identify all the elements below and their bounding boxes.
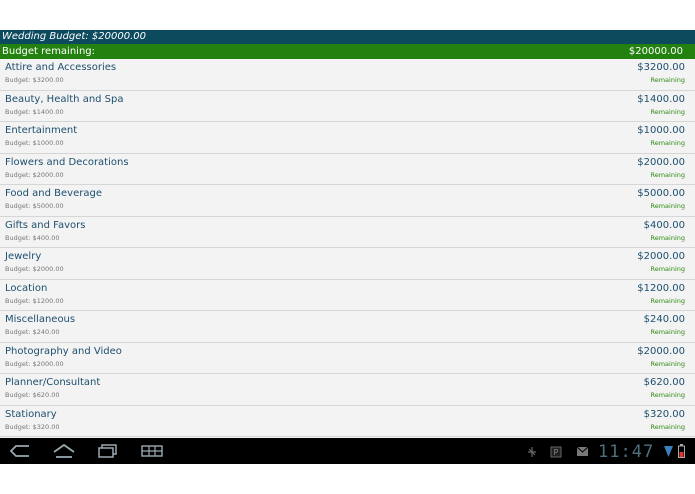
category-remaining-label: Remaining bbox=[650, 202, 685, 210]
category-name: Attire and Accessories bbox=[5, 62, 117, 73]
category-remaining-amount: $1200.00 bbox=[637, 282, 685, 294]
recent-apps-icon[interactable] bbox=[96, 442, 120, 460]
clock: 11:47 bbox=[598, 442, 655, 462]
category-remaining-amount: $2000.00 bbox=[637, 345, 685, 357]
budget-remaining-label: Budget remaining: bbox=[2, 46, 96, 57]
category-remaining-amount: $1400.00 bbox=[637, 93, 685, 105]
category-budget: Budget: $2000.00 bbox=[5, 359, 64, 368]
category-row-location[interactable]: Location Budget: $1200.00 $1200.00 Remai… bbox=[0, 279, 695, 311]
category-row-entertainment[interactable]: Entertainment Budget: $1000.00 $1000.00 … bbox=[0, 122, 695, 154]
category-remaining-amount: $400.00 bbox=[643, 219, 685, 231]
category-budget: Budget: $1400.00 bbox=[5, 107, 64, 116]
category-name: Beauty, Health and Spa bbox=[5, 93, 124, 105]
category-name: Photography and Video bbox=[5, 345, 122, 357]
usb-debug-icon bbox=[528, 447, 536, 457]
category-remaining-amount: $3200.00 bbox=[637, 62, 685, 73]
category-remaining-amount: $2000.00 bbox=[637, 156, 685, 168]
category-budget: Budget: $320.00 bbox=[5, 422, 60, 431]
category-row-miscellaneous[interactable]: Miscellaneous Budget: $240.00 $240.00 Re… bbox=[0, 311, 695, 343]
category-row-stationary[interactable]: Stationary Budget: $320.00 $320.00 Remai… bbox=[0, 405, 695, 437]
category-remaining-amount: $2000.00 bbox=[637, 251, 685, 262]
page-title: Wedding Budget: $20000.00 bbox=[0, 30, 695, 44]
category-row-food[interactable]: Food and Beverage Budget: $5000.00 $5000… bbox=[0, 185, 695, 217]
svg-text:P: P bbox=[554, 448, 559, 457]
category-budget: Budget: $400.00 bbox=[5, 233, 60, 242]
category-remaining-label: Remaining bbox=[650, 170, 685, 179]
menu-icon[interactable] bbox=[140, 442, 164, 460]
category-name: Miscellaneous bbox=[5, 314, 76, 325]
category-row-jewelry[interactable]: Jewelry Budget: $2000.00 $2000.00 Remain… bbox=[0, 248, 695, 280]
category-remaining-amount: $5000.00 bbox=[637, 188, 685, 199]
category-remaining-label: Remaining bbox=[650, 391, 685, 399]
category-name: Planner/Consultant bbox=[5, 377, 101, 388]
category-budget: Budget: $2000.00 bbox=[5, 265, 64, 273]
parking-icon: P bbox=[550, 446, 562, 458]
home-icon[interactable] bbox=[52, 442, 76, 460]
category-name: Entertainment bbox=[5, 125, 78, 136]
category-name: Stationary bbox=[5, 408, 57, 420]
category-row-photography[interactable]: Photography and Video Budget: $2000.00 $… bbox=[0, 342, 695, 374]
category-remaining-label: Remaining bbox=[650, 359, 685, 368]
category-name: Gifts and Favors bbox=[5, 219, 86, 231]
budget-remaining-bar: Budget remaining: $20000.00 bbox=[0, 44, 695, 59]
category-remaining-amount: $240.00 bbox=[643, 314, 685, 325]
category-list: Attire and Accessories Budget: $3200.00 … bbox=[0, 59, 695, 438]
category-name: Jewelry bbox=[5, 251, 42, 262]
category-budget: Budget: $2000.00 bbox=[5, 170, 64, 179]
category-remaining-label: Remaining bbox=[650, 233, 685, 242]
signal-icon bbox=[664, 446, 673, 457]
category-remaining-amount: $320.00 bbox=[643, 408, 685, 420]
category-remaining-label: Remaining bbox=[650, 76, 685, 84]
category-budget: Budget: $1000.00 bbox=[5, 139, 64, 147]
category-remaining-label: Remaining bbox=[650, 107, 685, 116]
category-remaining-label: Remaining bbox=[650, 265, 685, 273]
category-remaining-label: Remaining bbox=[650, 139, 685, 147]
category-budget: Budget: $3200.00 bbox=[5, 76, 64, 84]
system-navigation-bar: P 11:47 bbox=[0, 438, 695, 464]
category-remaining-label: Remaining bbox=[650, 422, 685, 431]
category-budget: Budget: $240.00 bbox=[5, 328, 60, 336]
screen: Wedding Budget: $20000.00 Budget remaini… bbox=[0, 0, 695, 494]
category-row-flowers[interactable]: Flowers and Decorations Budget: $2000.00… bbox=[0, 153, 695, 185]
budget-remaining-value: $20000.00 bbox=[628, 46, 683, 57]
category-name: Location bbox=[5, 282, 48, 294]
category-remaining-amount: $620.00 bbox=[643, 377, 685, 388]
mail-icon bbox=[576, 446, 589, 456]
battery-icon bbox=[678, 444, 685, 458]
category-budget: Budget: $1200.00 bbox=[5, 296, 64, 305]
category-name: Food and Beverage bbox=[5, 188, 102, 199]
category-name: Flowers and Decorations bbox=[5, 156, 129, 168]
back-icon[interactable] bbox=[8, 442, 32, 460]
category-remaining-amount: $1000.00 bbox=[637, 125, 685, 136]
category-row-gifts[interactable]: Gifts and Favors Budget: $400.00 $400.00… bbox=[0, 216, 695, 248]
category-remaining-label: Remaining bbox=[650, 296, 685, 305]
category-row-attire[interactable]: Attire and Accessories Budget: $3200.00 … bbox=[0, 59, 695, 91]
category-remaining-label: Remaining bbox=[650, 328, 685, 336]
category-row-beauty[interactable]: Beauty, Health and Spa Budget: $1400.00 … bbox=[0, 90, 695, 122]
category-budget: Budget: $620.00 bbox=[5, 391, 60, 399]
category-budget: Budget: $5000.00 bbox=[5, 202, 64, 210]
category-row-planner[interactable]: Planner/Consultant Budget: $620.00 $620.… bbox=[0, 374, 695, 406]
